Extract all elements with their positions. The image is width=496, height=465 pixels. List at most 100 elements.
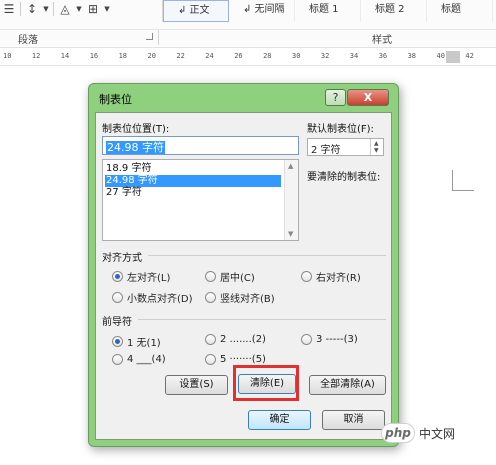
php-logo: php — [381, 423, 415, 443]
align-left-radio[interactable]: 左对齐(L) — [112, 269, 170, 284]
align-bar-radio[interactable]: 竖线对齐(B) — [205, 290, 275, 305]
ruler-tick-label: 30 — [292, 52, 301, 60]
default-tab-stepper[interactable]: 2 字符 ▲ ▼ — [307, 138, 384, 156]
radio-label: 3 -----(3) — [316, 334, 358, 345]
ruler-tick-label: 24 — [205, 52, 214, 60]
tab-position-input[interactable]: 24.98 字符 — [102, 136, 299, 155]
radio-indicator[interactable] — [205, 292, 216, 303]
dialog-launcher-icon[interactable] — [146, 33, 153, 40]
tabs-dialog: 制表位 ? X 制表位位置(T): 24.98 字符 18.9 字符 24.98… — [88, 83, 399, 447]
style-normal[interactable]: ↲ 正文 — [163, 0, 229, 22]
divider — [138, 319, 386, 320]
alignment-legend: 对齐方式 — [102, 253, 142, 264]
align-center-radio[interactable]: 居中(C) — [205, 269, 255, 284]
dialog-body: 制表位位置(T): 24.98 字符 18.9 字符 24.98 字符 27 字… — [95, 112, 392, 440]
group-label-paragraph: 段落 — [18, 35, 38, 46]
watermark: php 中文网 — [381, 423, 455, 443]
radio-label: 左对齐(L) — [127, 273, 171, 284]
to-clear-label: 要清除的制表位: — [307, 172, 381, 183]
tab-stop-list[interactable]: 18.9 字符 24.98 字符 27 字符 ▲ ▼ — [102, 159, 299, 241]
align-right-radio[interactable]: 右对齐(R) — [301, 269, 361, 284]
clear-button-highlight — [233, 365, 299, 401]
ruler-tick-label: 20 — [147, 52, 156, 60]
paragraph-tools: ☰ ↕ ▼ ◬ ▼ ⊞ ▼ — [2, 2, 110, 16]
default-tab-label: 默认制表位(F): — [307, 124, 374, 135]
leader-none-radio[interactable]: 1 无(1) — [112, 334, 161, 349]
list-item[interactable]: 18.9 字符 — [105, 163, 281, 175]
stepper-arrows[interactable]: ▲ ▼ — [370, 139, 383, 155]
divider — [158, 30, 159, 45]
ruler-tick-label: 18 — [118, 52, 128, 60]
ruler-tick-label: 14 — [60, 52, 70, 60]
radio-label: 右对齐(R) — [316, 273, 361, 284]
scroll-up-icon[interactable]: ▲ — [288, 162, 293, 170]
radio-indicator[interactable] — [112, 292, 123, 303]
leader-dashes-radio[interactable]: 3 -----(3) — [301, 334, 358, 345]
ribbon: ☰ ↕ ▼ ◬ ▼ ⊞ ▼ ↲ 正文 ↲ 无间隔 标题 1 标题 2 标题 段落… — [0, 0, 496, 46]
radio-label: 竖线对齐(B) — [220, 294, 275, 305]
style-heading-1[interactable]: 标题 1 — [295, 0, 361, 22]
radio-indicator[interactable] — [301, 334, 312, 345]
leader-legend: 前导符 — [102, 317, 132, 328]
list-icon[interactable]: ☰ — [2, 2, 16, 16]
style-heading-2[interactable]: 标题 2 — [361, 0, 427, 22]
close-button[interactable]: X — [347, 89, 389, 106]
set-button[interactable]: 设置(S) — [165, 375, 228, 395]
radio-indicator[interactable] — [205, 271, 216, 282]
watermark-text: 中文网 — [419, 426, 456, 441]
chevron-up-icon[interactable]: ▲ — [374, 140, 379, 147]
style-gallery: ↲ 正文 ↲ 无间隔 标题 1 标题 2 标题 — [162, 0, 496, 22]
scrollbar[interactable]: ▲ ▼ — [284, 160, 298, 240]
chevron-down-icon[interactable]: ▼ — [76, 2, 82, 16]
scroll-down-icon[interactable]: ▼ — [288, 230, 293, 238]
group-label-styles: 样式 — [372, 35, 392, 46]
style-title[interactable]: 标题 — [427, 0, 493, 22]
ruler-tick-label: 42 — [465, 52, 474, 60]
divider — [148, 255, 386, 256]
radio-indicator[interactable] — [112, 354, 123, 365]
radio-indicator[interactable] — [205, 334, 216, 345]
ruler-tick-label: 36 — [378, 52, 388, 60]
ok-button[interactable]: 确定 — [248, 410, 311, 430]
radio-label: 5 ·······(5) — [220, 354, 266, 365]
radio-indicator[interactable] — [112, 336, 123, 347]
tab-position-value: 24.98 字符 — [106, 141, 165, 154]
leader-middot-radio[interactable]: 5 ·······(5) — [205, 354, 266, 365]
tab-position-label: 制表位位置(T): — [102, 124, 170, 135]
style-no-spacing[interactable]: ↲ 无间隔 — [229, 0, 295, 22]
ruler-tick-label: 34 — [349, 52, 359, 60]
chevron-down-icon[interactable]: ▼ — [374, 147, 379, 154]
radio-indicator[interactable] — [112, 271, 123, 282]
chevron-down-icon[interactable]: ▼ — [104, 2, 110, 16]
list-item[interactable]: 27 字符 — [105, 187, 281, 199]
ribbon-group-bar: 段落 样式 — [0, 29, 496, 46]
ruler-tick-label: 10 — [3, 52, 12, 60]
clear-all-button[interactable]: 全部清除(A) — [309, 375, 386, 395]
cancel-button[interactable]: 取消 — [322, 410, 385, 430]
ruler-tick-label: 32 — [320, 52, 330, 60]
radio-label: 4 ___(4) — [127, 354, 166, 365]
horizontal-ruler[interactable]: 10 12 14 16 18 20 22 24 26 28 30 32 34 36 38 40 42 — [0, 47, 496, 66]
radio-label: 小数点对齐(D) — [127, 294, 193, 305]
borders-icon[interactable]: ⊞ — [86, 2, 100, 16]
list-item[interactable]: 24.98 字符 — [105, 175, 281, 187]
line-spacing-icon[interactable]: ↕ — [25, 2, 39, 16]
shading-icon[interactable]: ◬ — [58, 2, 72, 16]
radio-indicator[interactable] — [301, 271, 312, 282]
ruler-margin — [446, 51, 460, 63]
radio-indicator[interactable] — [205, 354, 216, 365]
radio-label: 2 .......(2) — [220, 334, 266, 345]
ruler-tick-label: 16 — [89, 52, 99, 60]
ruler-tick-label: 22 — [176, 52, 185, 60]
divider — [20, 2, 21, 16]
radio-label: 居中(C) — [220, 273, 255, 284]
align-decimal-radio[interactable]: 小数点对齐(D) — [112, 290, 193, 305]
leader-underline-radio[interactable]: 4 ___(4) — [112, 354, 166, 365]
ruler-tick-label: 28 — [263, 52, 272, 60]
radio-label: 1 无(1) — [127, 338, 161, 349]
default-tab-value: 2 字符 — [311, 145, 341, 156]
help-button[interactable]: ? — [325, 89, 346, 106]
ruler-tick-label: 12 — [31, 52, 41, 60]
chevron-down-icon[interactable]: ▼ — [43, 2, 49, 16]
leader-dots-radio[interactable]: 2 .......(2) — [205, 334, 266, 345]
